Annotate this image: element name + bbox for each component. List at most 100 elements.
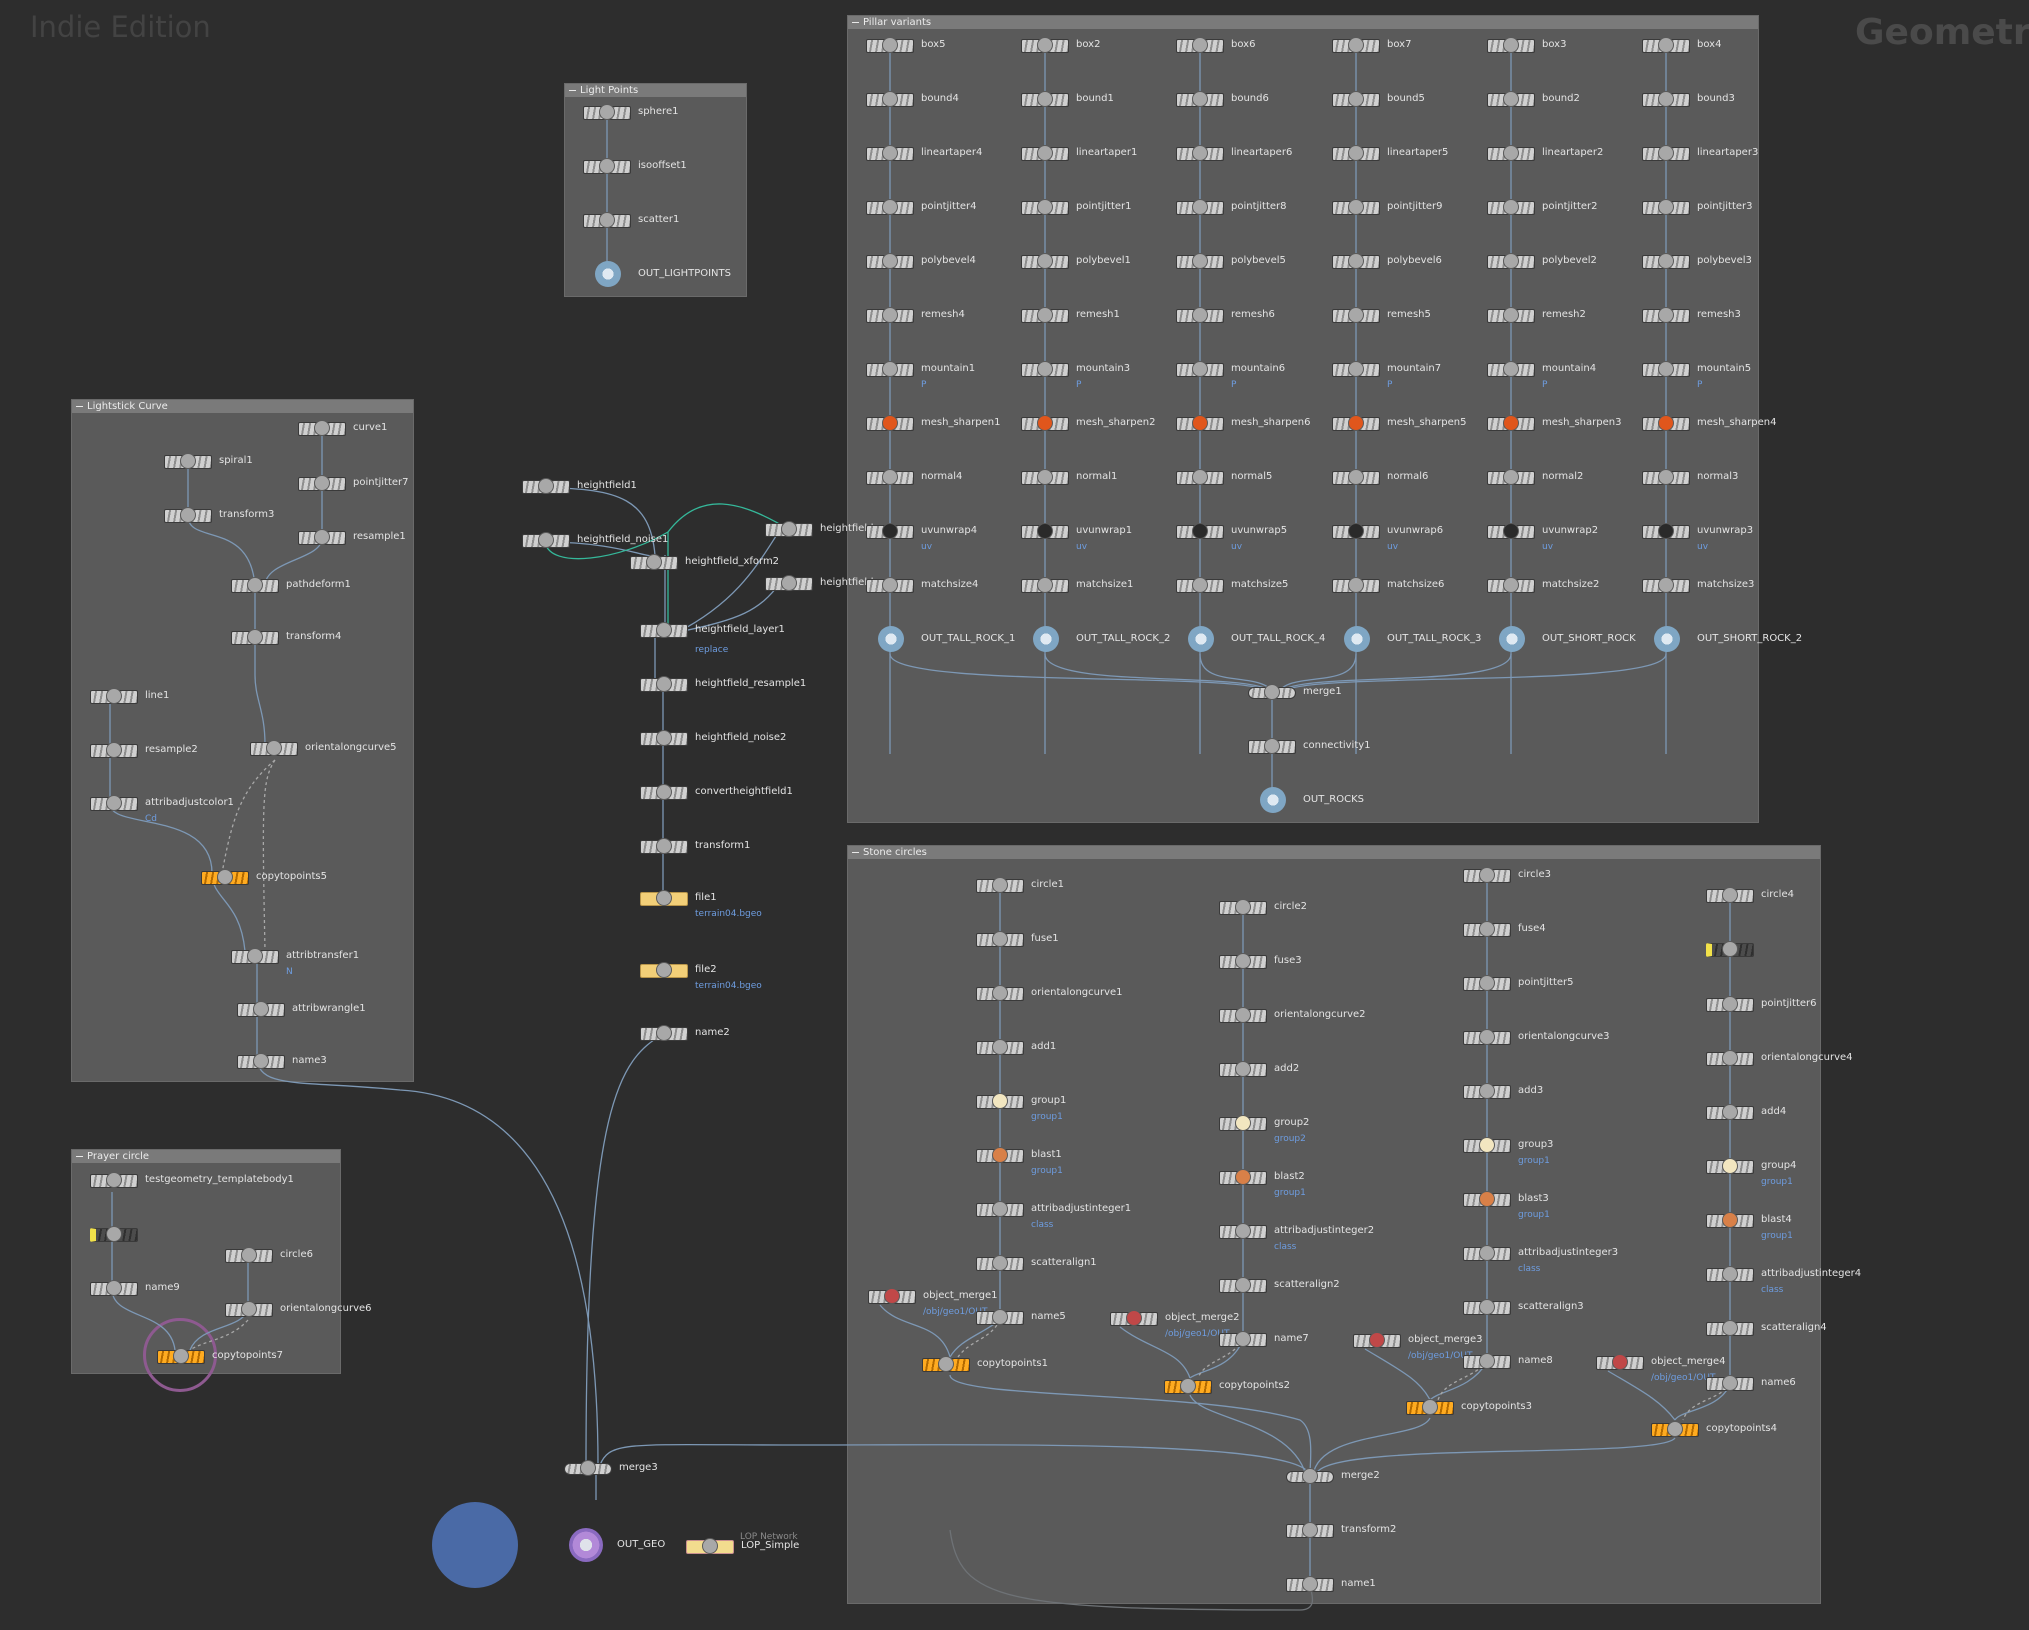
node-circle3[interactable]: circle3: [1463, 866, 1551, 886]
node-object-merge1[interactable]: object_merge1/obj/geo1/OUT_...: [868, 1287, 1001, 1317]
node-copytopoints1[interactable]: copytopoints1: [922, 1355, 1048, 1375]
node-mesh-sharpen2[interactable]: mesh_sharpen2: [1021, 414, 1155, 434]
node-scatteralign2[interactable]: scatteralign2: [1219, 1276, 1340, 1296]
node-matchsize4[interactable]: matchsize4: [866, 576, 978, 596]
node-mesh-sharpen4[interactable]: mesh_sharpen4: [1642, 414, 1776, 434]
node-lineartaper3[interactable]: lineartaper3: [1642, 144, 1758, 164]
node-polybevel1[interactable]: polybevel1: [1021, 252, 1131, 272]
node-normal5[interactable]: normal5: [1176, 468, 1272, 488]
node-normal2[interactable]: normal2: [1487, 468, 1583, 488]
node-uvunwrap3[interactable]: uvunwrap3 uv: [1642, 522, 1753, 552]
node-mountain3[interactable]: mountain3 P: [1021, 360, 1130, 390]
node-normal1[interactable]: normal1: [1021, 468, 1117, 488]
node-uvunwrap2[interactable]: uvunwrap2 uv: [1487, 522, 1598, 552]
node-transform1[interactable]: transform1: [640, 837, 750, 857]
node-transform2[interactable]: transform2: [1286, 1521, 1396, 1541]
node-circle4[interactable]: circle4: [1706, 886, 1794, 906]
node-file1[interactable]: file1 terrain04.bgeo: [640, 889, 762, 919]
node-pointjitter2[interactable]: pointjitter2: [1487, 198, 1598, 218]
node-name3[interactable]: name3: [237, 1052, 327, 1072]
node-out-tall-rock-2[interactable]: OUT_TALL_ROCK_2: [1021, 626, 1170, 652]
node-file2[interactable]: file2 terrain04.bgeo: [640, 961, 762, 991]
node-out-tall-rock-3[interactable]: OUT_TALL_ROCK_3: [1332, 626, 1481, 652]
node-group4[interactable]: group4 group1: [1706, 1157, 1796, 1187]
node-add1[interactable]: add1: [976, 1038, 1056, 1058]
node-polybevel4[interactable]: polybevel4: [866, 252, 976, 272]
node-mountain5[interactable]: mountain5 P: [1642, 360, 1751, 390]
node-name5[interactable]: name5: [976, 1308, 1066, 1328]
node-name8[interactable]: name8: [1463, 1352, 1553, 1372]
node-bound4[interactable]: bound4: [866, 90, 959, 110]
node-pointjitter9[interactable]: pointjitter9: [1332, 198, 1443, 218]
node-orientalongcurve2[interactable]: orientalongcurve2: [1219, 1006, 1366, 1026]
node-copytopoints5[interactable]: copytopoints5: [201, 868, 327, 888]
node-matchsize2[interactable]: matchsize2: [1487, 576, 1599, 596]
node-attribadjustinteger2[interactable]: attribadjustinteger2 class: [1219, 1222, 1374, 1252]
node-heightfield-layer1[interactable]: heightfield_layer1 replace: [640, 621, 785, 655]
node-box2[interactable]: box2: [1021, 36, 1100, 56]
node-object-merge2[interactable]: object_merge2/obj/geo1/OUT_...: [1110, 1309, 1243, 1339]
node-copytopoints4[interactable]: copytopoints4: [1651, 1420, 1777, 1440]
node-bound5[interactable]: bound5: [1332, 90, 1425, 110]
node-mountain7[interactable]: mountain7 P: [1332, 360, 1441, 390]
node-merge2[interactable]: merge2: [1286, 1467, 1380, 1487]
node-object-merge4[interactable]: object_merge4/obj/geo1/OUT_...: [1596, 1353, 1729, 1383]
node-blast3[interactable]: blast3 group1: [1463, 1190, 1550, 1220]
node-name2[interactable]: name2: [640, 1024, 730, 1044]
node-name6[interactable]: name6: [1706, 1374, 1796, 1394]
node-lop-simple[interactable]: LOP_Simple: [686, 1537, 799, 1557]
node-uvunwrap5[interactable]: uvunwrap5 uv: [1176, 522, 1287, 552]
node-mesh-sharpen3[interactable]: mesh_sharpen3: [1487, 414, 1621, 434]
node-line1[interactable]: line1: [90, 687, 169, 707]
node-mountain4[interactable]: mountain4 P: [1487, 360, 1596, 390]
node-transform4[interactable]: transform4: [231, 628, 341, 648]
node-heightfield-resample1[interactable]: heightfield_resample1: [640, 675, 806, 695]
node-fuse4[interactable]: fuse4: [1463, 920, 1546, 940]
node-pointjitter7[interactable]: pointjitter7: [298, 474, 409, 494]
node-heightfield-noise2[interactable]: heightfield_noise2: [640, 729, 786, 749]
node-remesh6[interactable]: remesh6: [1176, 306, 1275, 326]
node-fuse1[interactable]: fuse1: [976, 930, 1059, 950]
node-out-short-rock[interactable]: OUT_SHORT_ROCK: [1487, 626, 1636, 652]
node-matchsize3[interactable]: matchsize3: [1642, 576, 1754, 596]
node-group3[interactable]: group3 group1: [1463, 1136, 1553, 1166]
node-pointjitter3[interactable]: pointjitter3: [1642, 198, 1753, 218]
node-box5[interactable]: box5: [866, 36, 945, 56]
node-bound1[interactable]: bound1: [1021, 90, 1114, 110]
node-lineartaper6[interactable]: lineartaper6: [1176, 144, 1292, 164]
node-orientalongcurve3[interactable]: orientalongcurve3: [1463, 1028, 1610, 1048]
node-attribtransfer1[interactable]: attribtransfer1 N: [231, 947, 359, 977]
node-remesh2[interactable]: remesh2: [1487, 306, 1586, 326]
node-bypassed-2[interactable]: [1706, 940, 1754, 960]
node-out-short-rock-2[interactable]: OUT_SHORT_ROCK_2: [1642, 626, 1802, 652]
node-normal3[interactable]: normal3: [1642, 468, 1738, 488]
node-scatter1[interactable]: scatter1: [583, 211, 679, 231]
node-orientalongcurve5[interactable]: orientalongcurve5: [250, 739, 397, 759]
node-object-merge3[interactable]: object_merge3/obj/geo1/OUT_...: [1353, 1331, 1486, 1361]
node-lineartaper4[interactable]: lineartaper4: [866, 144, 982, 164]
node-group2[interactable]: group2 group2: [1219, 1114, 1309, 1144]
node-attribadjustinteger4[interactable]: attribadjustinteger4 class: [1706, 1265, 1861, 1295]
node-remesh3[interactable]: remesh3: [1642, 306, 1741, 326]
node-uvunwrap6[interactable]: uvunwrap6 uv: [1332, 522, 1443, 552]
node-lineartaper1[interactable]: lineartaper1: [1021, 144, 1137, 164]
node-orientalongcurve4[interactable]: orientalongcurve4: [1706, 1049, 1853, 1069]
node-pointjitter5[interactable]: pointjitter5: [1463, 974, 1574, 994]
node-pointjitter8[interactable]: pointjitter8: [1176, 198, 1287, 218]
node-out-lightpoints[interactable]: OUT_LIGHTPOINTS: [583, 261, 731, 287]
node-copytopoints7[interactable]: copytopoints7: [157, 1347, 283, 1367]
node-mountain6[interactable]: mountain6 P: [1176, 360, 1285, 390]
node-normal6[interactable]: normal6: [1332, 468, 1428, 488]
node-heightfield-a[interactable]: heightfield: [765, 520, 873, 540]
node-heightfield-b[interactable]: heightfield: [765, 574, 873, 594]
node-pointjitter4[interactable]: pointjitter4: [866, 198, 977, 218]
node-curve1[interactable]: curve1: [298, 419, 387, 439]
node-fuse3[interactable]: fuse3: [1219, 952, 1302, 972]
node-box3[interactable]: box3: [1487, 36, 1566, 56]
node-lineartaper2[interactable]: lineartaper2: [1487, 144, 1603, 164]
node-blast2[interactable]: blast2 group1: [1219, 1168, 1306, 1198]
node-normal4[interactable]: normal4: [866, 468, 962, 488]
node-attribwrangle1[interactable]: attribwrangle1: [237, 1000, 366, 1020]
node-polybevel6[interactable]: polybevel6: [1332, 252, 1442, 272]
node-out-geo[interactable]: OUT_GEO: [562, 1528, 665, 1562]
